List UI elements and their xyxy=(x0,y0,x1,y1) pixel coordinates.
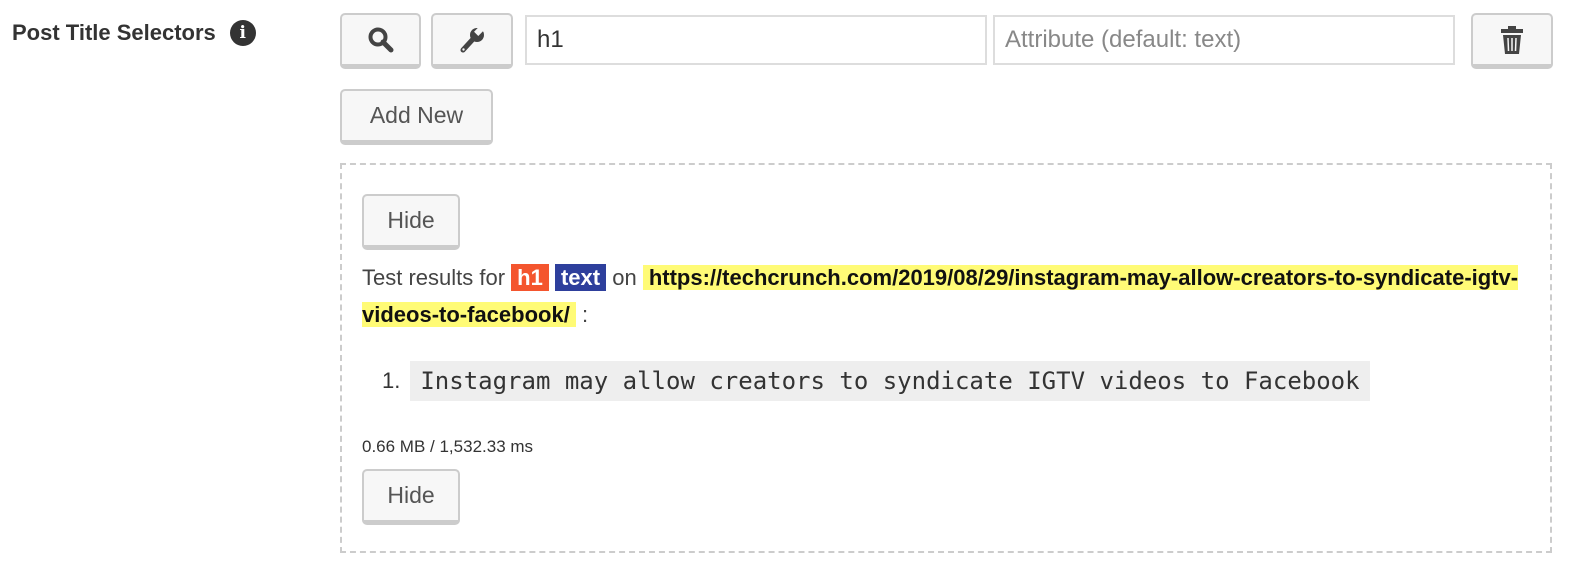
test-results-summary: Test results for h1 text on https://tech… xyxy=(362,259,1527,333)
wrench-icon xyxy=(460,25,484,52)
selector-input[interactable] xyxy=(525,15,987,65)
info-icon[interactable]: i xyxy=(229,20,256,46)
field-label: Post Title Selectors i xyxy=(12,20,256,46)
search-icon xyxy=(368,27,393,52)
results-suffix: : xyxy=(581,302,589,327)
delete-button[interactable] xyxy=(1471,13,1553,69)
selector-tag: h1 xyxy=(511,264,549,291)
test-results-panel xyxy=(340,163,1552,553)
settings-button[interactable] xyxy=(431,13,513,69)
hide-button-top[interactable]: Hide xyxy=(362,194,460,250)
attribute-input[interactable] xyxy=(993,15,1455,65)
list-item: 1. Instagram may allow creators to syndi… xyxy=(382,361,1370,401)
field-label-text: Post Title Selectors xyxy=(12,20,216,45)
hide-button-bottom[interactable]: Hide xyxy=(362,469,460,525)
results-prefix: Test results for xyxy=(362,265,506,290)
results-on: on xyxy=(612,265,637,290)
list-item-number: 1. xyxy=(382,368,401,393)
test-selector-button[interactable] xyxy=(340,13,421,69)
attribute-tag: text xyxy=(554,264,607,291)
add-new-button[interactable]: Add New xyxy=(340,89,493,145)
trash-icon xyxy=(1501,25,1523,54)
stats-text: 0.66 MB / 1,532.33 ms xyxy=(362,437,534,456)
list-item-text: Instagram may allow creators to syndicat… xyxy=(410,361,1370,401)
